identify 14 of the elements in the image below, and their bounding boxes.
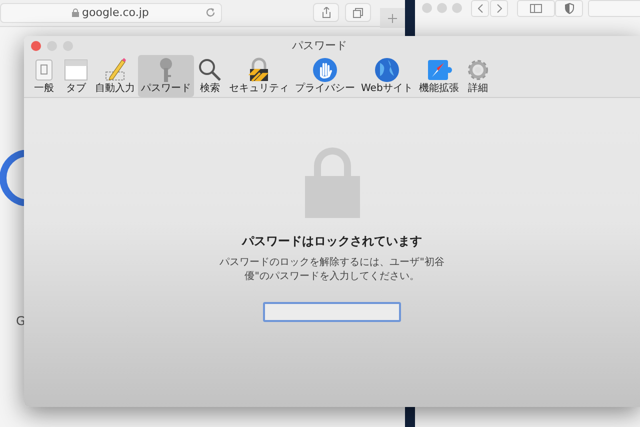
toolbar-tab[interactable]: 一般 <box>28 55 60 97</box>
locked-message: パスワードのロックを解除するには、ユーザ"初谷優"のパスワードを入力してください。 <box>218 256 446 284</box>
locked-heading: パスワードはロックされています <box>242 233 422 250</box>
toolbar-tab[interactable]: タブ <box>60 55 92 97</box>
toolbar-tab[interactable]: 検索 <box>194 55 226 97</box>
toolbar-tab[interactable]: セキュリティ <box>226 55 292 97</box>
toolbar-tab[interactable]: 自動入力 <box>92 55 138 97</box>
toolbar-tab[interactable]: Webサイト <box>358 55 416 97</box>
toolbar-tab[interactable]: プライバシー <box>292 55 358 97</box>
toolbar-tab[interactable]: 機能拡張 <box>416 55 462 97</box>
toolbar-tab[interactable]: パスワード <box>138 55 194 97</box>
address-text: google.co.jp <box>82 5 149 21</box>
toolbar-tab[interactable]: 詳細 <box>462 55 494 97</box>
window-title: パスワード <box>292 38 347 54</box>
